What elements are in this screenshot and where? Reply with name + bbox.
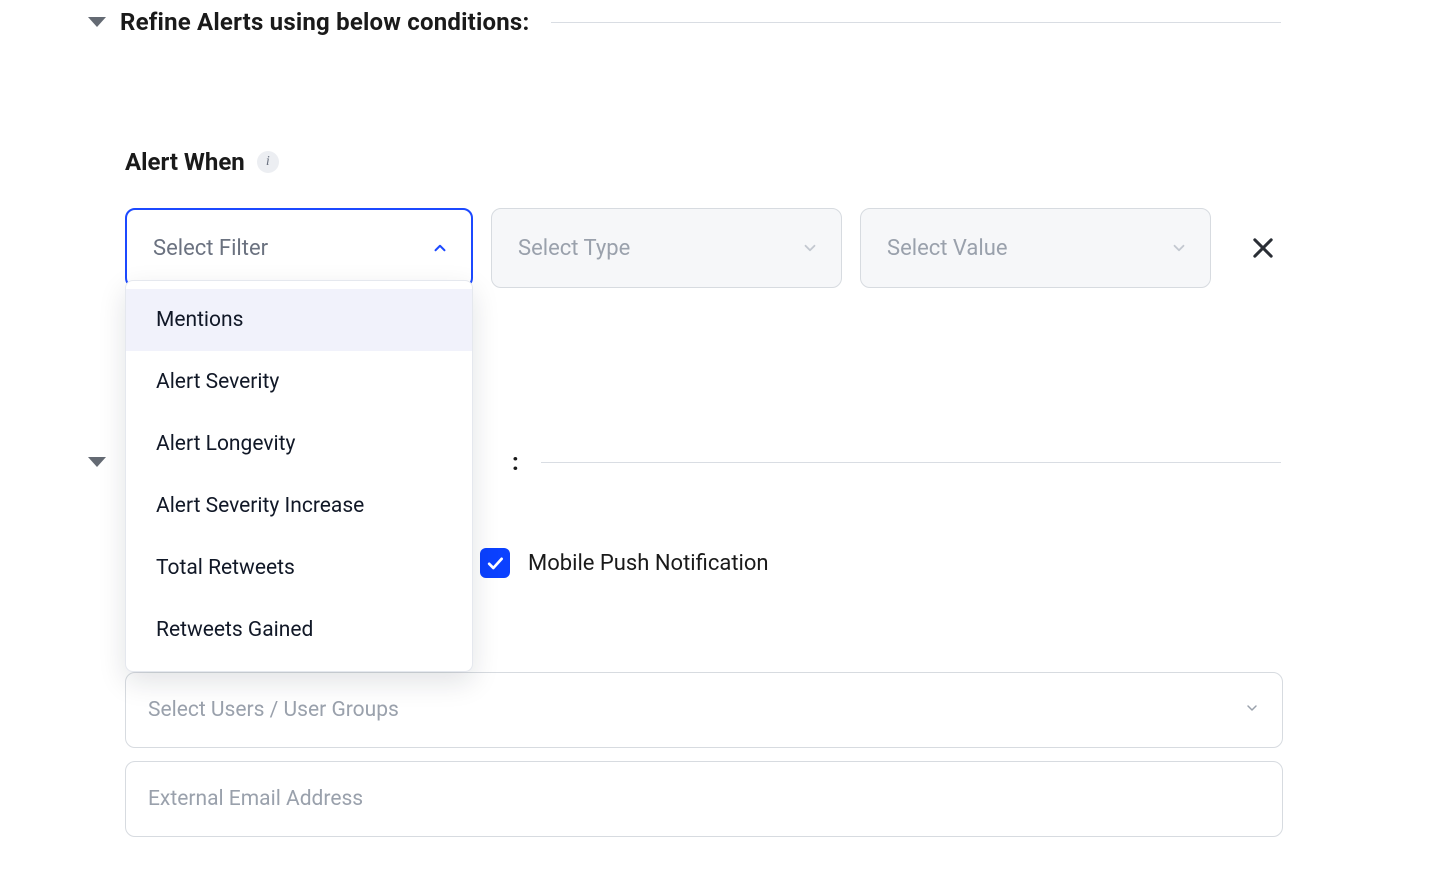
select-type-placeholder: Select Type	[518, 236, 630, 261]
info-icon[interactable]: i	[257, 151, 279, 173]
mobile-push-label: Mobile Push Notification	[528, 551, 769, 576]
filter-option[interactable]: Alert Severity	[126, 351, 472, 413]
mobile-push-checkbox[interactable]	[480, 548, 510, 578]
section-divider	[551, 22, 1281, 23]
section-divider	[541, 462, 1281, 463]
select-value-placeholder: Select Value	[887, 236, 1008, 261]
mobile-push-row: Mobile Push Notification	[480, 548, 769, 578]
collapse-triangle-icon[interactable]	[88, 17, 106, 27]
select-value-dropdown[interactable]: Select Value	[860, 208, 1211, 288]
chevron-down-icon	[1244, 698, 1260, 722]
select-filter-dropdown[interactable]: Select Filter	[125, 208, 473, 288]
users-groups-placeholder: Select Users / User Groups	[148, 698, 399, 722]
collapse-triangle-icon[interactable]	[88, 457, 106, 467]
remove-condition-button[interactable]	[1247, 232, 1279, 264]
alert-when-label: Alert When	[125, 148, 245, 176]
alert-when-row: Alert When i	[0, 148, 1446, 176]
refine-alerts-title: Refine Alerts using below conditions:	[120, 8, 529, 36]
notification-section-title-suffix: :	[512, 448, 519, 476]
refine-alerts-section-header[interactable]: Refine Alerts using below conditions:	[0, 8, 1446, 36]
select-filter-options[interactable]: MentionsAlert SeverityAlert LongevityAle…	[125, 280, 473, 672]
chevron-down-icon	[1170, 239, 1188, 257]
filter-option[interactable]: Retweets Gained	[126, 599, 472, 661]
external-email-input[interactable]: External Email Address	[125, 761, 1283, 837]
chevron-up-icon	[431, 239, 449, 257]
select-filter-placeholder: Select Filter	[153, 236, 268, 261]
chevron-down-icon	[801, 239, 819, 257]
filter-option[interactable]: Alert Longevity	[126, 413, 472, 475]
filter-option[interactable]: Alert Severity Increase	[126, 475, 472, 537]
filter-option[interactable]: Mentions	[126, 289, 472, 351]
filter-option[interactable]: Total Retweets	[126, 537, 472, 599]
alert-when-filter-row: Select Filter Select Type Select Value	[0, 208, 1446, 288]
select-type-dropdown[interactable]: Select Type	[491, 208, 842, 288]
users-groups-select[interactable]: Select Users / User Groups	[125, 672, 1283, 748]
external-email-placeholder: External Email Address	[148, 787, 363, 811]
